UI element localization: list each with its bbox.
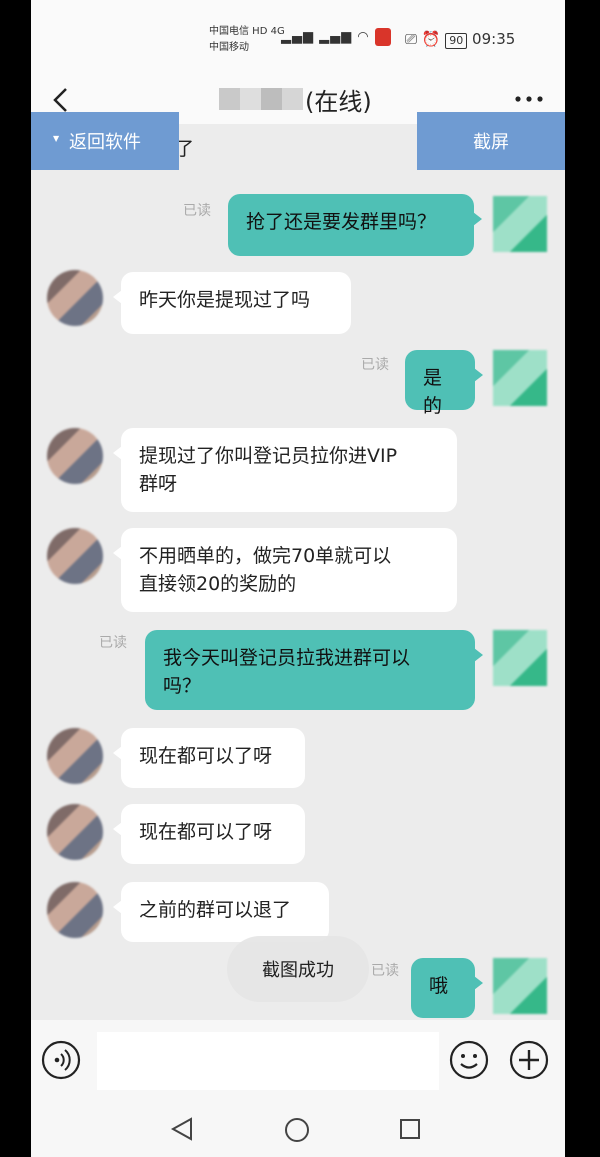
- nav-home-icon[interactable]: [283, 1116, 311, 1144]
- message-text: 昨天你是提现过了吗: [139, 289, 311, 311]
- message-bubble-incoming[interactable]: 之前的群可以退了: [113, 882, 329, 942]
- carrier-info: 中国电信 HD 4G 中国移动: [209, 24, 285, 56]
- message-bubble-incoming[interactable]: 现在都可以了呀: [113, 728, 305, 788]
- toast-text: 截图成功: [262, 960, 334, 981]
- carrier-1: 中国电信 HD 4G: [209, 26, 285, 37]
- system-nav-bar: [31, 1100, 565, 1157]
- message-text: 群呀: [139, 473, 178, 495]
- message-text: 现在都可以了呀: [139, 821, 273, 843]
- contact-avatar[interactable]: [47, 728, 103, 784]
- message-bubble-outgoing[interactable]: 我今天叫登记员拉我进群可以 吗？: [145, 630, 483, 710]
- signal-icon: ▂▄▆: [319, 29, 353, 45]
- read-receipt: 已读: [371, 963, 399, 979]
- contact-name-mosaic: [219, 88, 303, 110]
- message-bubble-outgoing[interactable]: 是的: [405, 350, 483, 417]
- phone-screen: 中国电信 HD 4G 中国移动 ▂▄▆ ▂▄▆ ◠ ⎚ ⏰ 90 09:35 (…: [31, 0, 565, 1157]
- dropdown-triangle-icon: ▼: [53, 134, 60, 143]
- screenshot-button[interactable]: 截屏: [417, 112, 565, 170]
- input-bar: [31, 1020, 565, 1100]
- return-label: 返回软件: [69, 132, 141, 153]
- read-receipt: 已读: [361, 357, 389, 373]
- message-text: 我今天叫登记员拉我进群可以: [163, 647, 411, 669]
- emoji-icon[interactable]: [449, 1040, 489, 1080]
- plus-icon[interactable]: [509, 1040, 549, 1080]
- my-avatar[interactable]: [493, 196, 547, 252]
- signal-icon: ▂▄▆: [281, 29, 314, 45]
- contact-avatar[interactable]: [47, 804, 103, 860]
- message-text: 哦: [429, 975, 449, 997]
- contact-avatar[interactable]: [47, 428, 103, 484]
- message-text: 之前的群可以退了: [139, 899, 292, 921]
- carrier-2: 中国移动: [209, 42, 249, 53]
- alarm-icon: ⏰: [421, 30, 441, 48]
- chat-title: (在线): [219, 84, 372, 116]
- message-list[interactable]: 可以了 已读 抢了还是要发群里吗？ 昨天你是提现过了吗 已读 是的 提现过了你叫…: [31, 124, 565, 1020]
- read-receipt: 已读: [183, 203, 211, 219]
- status-bar: 中国电信 HD 4G 中国移动 ▂▄▆ ▂▄▆ ◠ ⎚ ⏰ 90 09:35: [31, 0, 565, 76]
- message-text: 是的: [423, 367, 443, 417]
- wifi-icon: ◠: [357, 29, 370, 45]
- screenshot-label: 截屏: [473, 132, 509, 153]
- message-bubble-incoming[interactable]: 提现过了你叫登记员拉你进VIP 群呀: [113, 428, 457, 512]
- status-right: ⎚ ⏰ 90 09:35: [405, 30, 515, 49]
- back-arrow-icon[interactable]: [49, 86, 73, 114]
- message-text: 不用晒单的，做完70单就可以: [139, 545, 392, 567]
- message-bubble-outgoing[interactable]: 哦: [411, 958, 483, 1018]
- signal-icons: ▂▄▆ ▂▄▆ ◠: [281, 28, 391, 46]
- return-to-app-button[interactable]: ▼ 返回软件: [31, 112, 179, 170]
- nav-back-icon[interactable]: [169, 1116, 195, 1142]
- message-bubble-incoming[interactable]: 不用晒单的，做完70单就可以 直接领20的奖励的: [113, 528, 457, 612]
- message-text: 抢了还是要发群里吗？: [246, 211, 437, 233]
- nav-recent-apps-icon[interactable]: [399, 1118, 421, 1140]
- message-bubble-incoming[interactable]: 昨天你是提现过了吗: [113, 272, 351, 334]
- my-avatar[interactable]: [493, 350, 547, 406]
- voice-icon[interactable]: [41, 1040, 81, 1080]
- contact-avatar[interactable]: [47, 882, 103, 938]
- battery-icon: 90: [445, 33, 468, 49]
- read-receipt: 已读: [99, 635, 127, 651]
- message-bubble-outgoing[interactable]: 抢了还是要发群里吗？: [228, 194, 482, 256]
- message-bubble-incoming[interactable]: 现在都可以了呀: [113, 804, 305, 864]
- mic-icon: [374, 28, 391, 46]
- message-input[interactable]: [97, 1032, 439, 1090]
- more-icon[interactable]: [515, 96, 543, 102]
- message-text: 提现过了你叫登记员拉你进VIP: [139, 445, 398, 467]
- cast-icon: ⎚: [405, 30, 418, 48]
- message-text: 直接领20的奖励的: [139, 573, 297, 595]
- contact-avatar[interactable]: [47, 270, 103, 326]
- my-avatar[interactable]: [493, 958, 547, 1014]
- message-text: 现在都可以了呀: [139, 745, 273, 767]
- my-avatar[interactable]: [493, 630, 547, 686]
- clock: 09:35: [472, 30, 516, 48]
- contact-avatar[interactable]: [47, 528, 103, 584]
- contact-status: (在线): [305, 87, 372, 116]
- screenshot-toast: 截图成功: [227, 936, 369, 1002]
- message-text: 吗？: [163, 675, 202, 697]
